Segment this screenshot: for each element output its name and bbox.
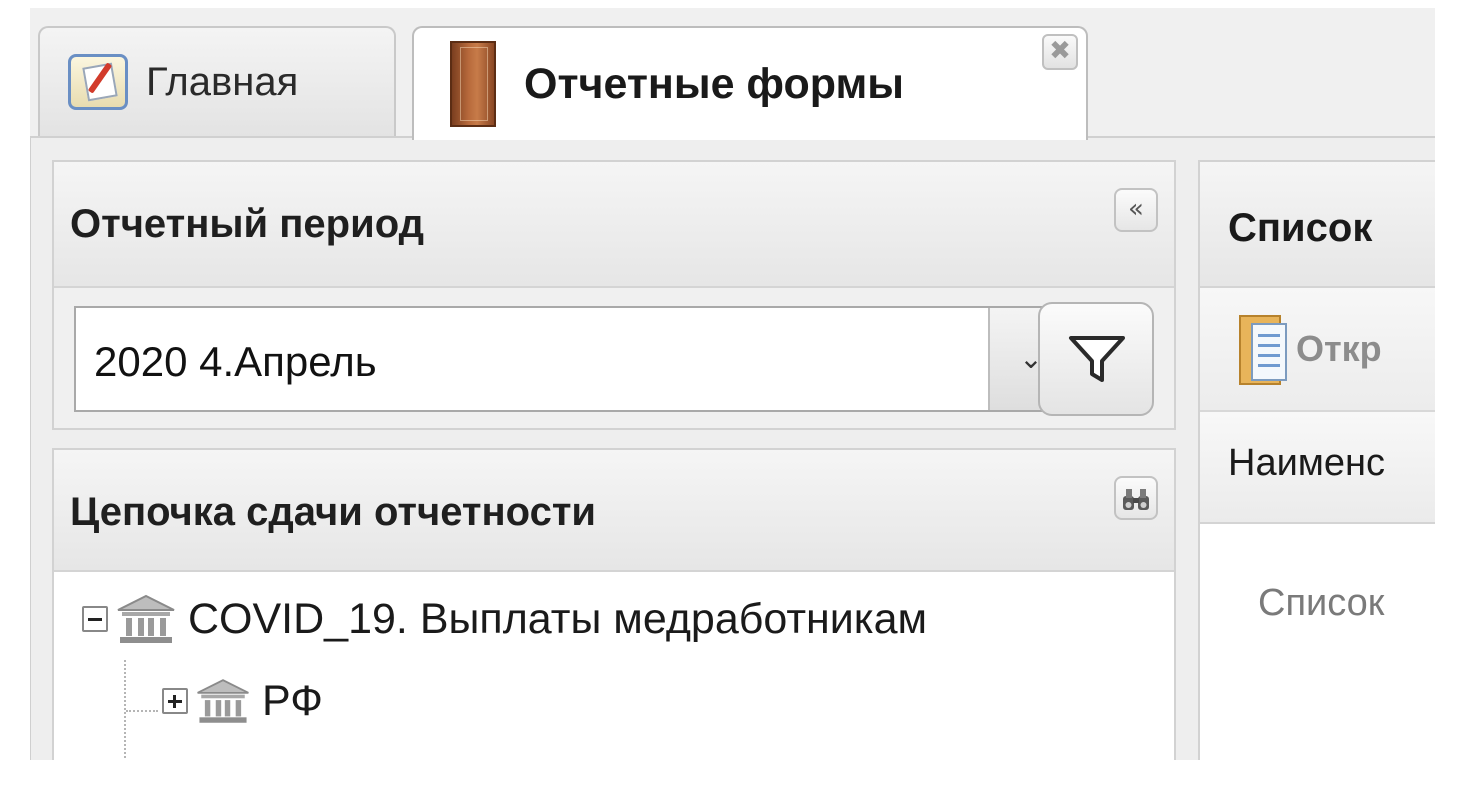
column-header-label: Наименс — [1228, 442, 1386, 484]
reporting-period-header: Отчетный период « — [54, 162, 1174, 288]
reporting-chain-header: Цепочка сдачи отчетности — [54, 450, 1174, 572]
viewport-edge — [1435, 0, 1473, 785]
tree-node-label: РФ — [262, 676, 323, 725]
collapse-left-icon[interactable]: « — [1114, 188, 1158, 232]
tree-connector — [126, 710, 158, 712]
empty-list-text: Список — [1258, 582, 1385, 624]
forms-list-toolbar: Откр — [1200, 288, 1456, 412]
period-select-value: 2020 4.Апрель — [94, 338, 377, 385]
forms-list-panel: Список Откр Наименс Список — [1198, 160, 1458, 780]
viewport-edge — [0, 760, 1473, 785]
expand-toggle-icon[interactable] — [162, 688, 188, 714]
open-button[interactable]: Откр — [1238, 310, 1382, 388]
tab-bar: Главная Отчетные формы ✖ — [30, 8, 1435, 140]
reporting-period-panel: Отчетный период « 2020 4.Апрель ⌄ — [52, 160, 1176, 430]
forms-list-header: Список — [1200, 162, 1456, 288]
tab-reporting-forms[interactable]: Отчетные формы ✖ — [412, 26, 1088, 140]
bank-building-icon — [117, 594, 175, 643]
filter-button[interactable] — [1038, 302, 1154, 416]
tab-home[interactable]: Главная — [38, 26, 396, 136]
tab-reporting-forms-label: Отчетные формы — [524, 59, 904, 108]
collapse-toggle-icon[interactable] — [82, 606, 108, 632]
tab-close-icon[interactable]: ✖ — [1042, 34, 1078, 70]
column-header-name[interactable]: Наименс — [1200, 412, 1456, 524]
forms-list-title: Список — [1228, 206, 1373, 250]
tree-node-label: COVID_19. Выплаты медработникам — [188, 594, 928, 643]
binoculars-search-icon[interactable] — [1114, 476, 1158, 520]
home-edit-icon — [68, 54, 128, 110]
reporting-chain-title: Цепочка сдачи отчетности — [70, 490, 597, 534]
bank-building-icon — [197, 679, 249, 723]
tab-home-label: Главная — [146, 59, 299, 104]
period-select[interactable]: 2020 4.Апрель ⌄ — [74, 306, 1074, 412]
tree-node-covid[interactable]: COVID_19. Выплаты медработникам — [82, 592, 927, 646]
book-icon — [450, 41, 496, 127]
filter-icon — [1069, 336, 1125, 382]
app-window: Главная Отчетные формы ✖ Отчетный период… — [0, 0, 1473, 785]
folder-open-icon — [1239, 315, 1287, 385]
reporting-period-title: Отчетный период — [70, 202, 424, 246]
tree-node-rf[interactable]: РФ — [162, 676, 323, 726]
open-button-label: Откр — [1296, 328, 1382, 369]
